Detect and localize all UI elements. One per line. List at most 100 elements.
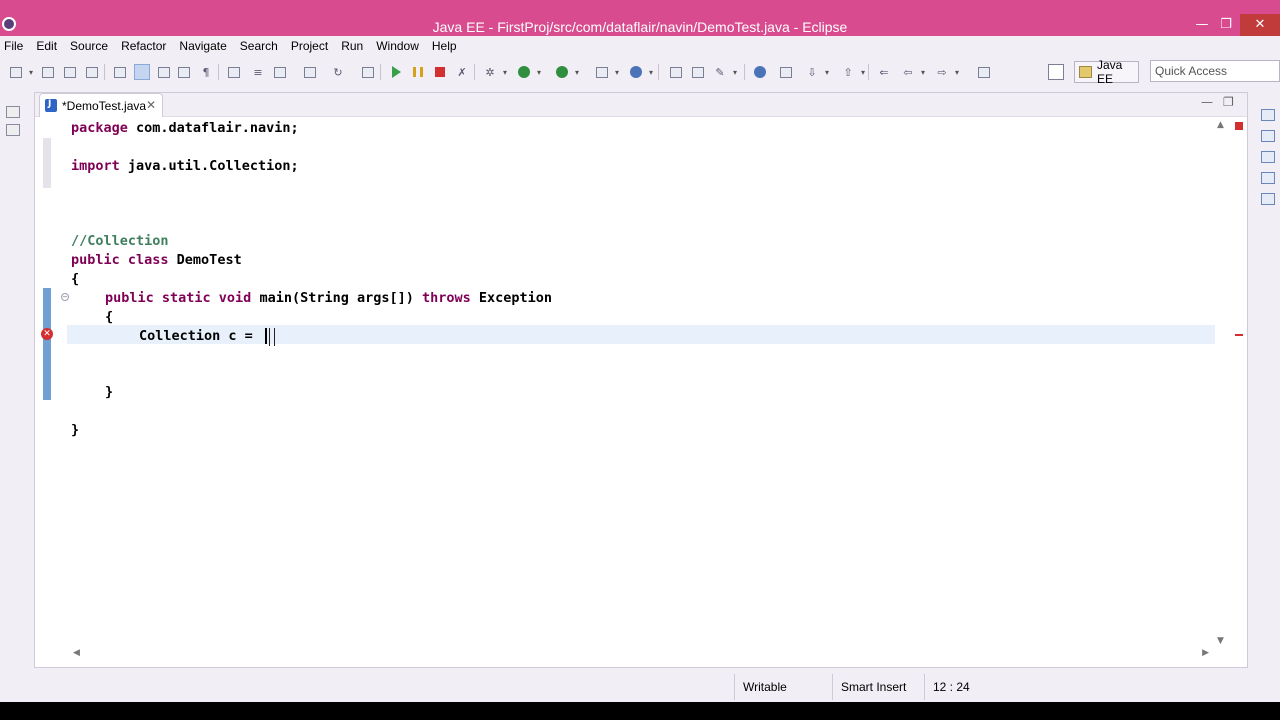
back-icon[interactable]: ⇦ <box>900 65 925 79</box>
refresh-icon[interactable]: ↻ <box>330 65 346 79</box>
menu-edit[interactable]: Edit <box>36 39 57 53</box>
scroll-left-icon[interactable]: ◀ <box>73 648 80 658</box>
restore-icon[interactable] <box>6 106 20 118</box>
scroll-down-icon[interactable]: ▼ <box>1217 636 1224 646</box>
menu-help[interactable]: Help <box>432 39 457 53</box>
keyword: import <box>71 158 120 174</box>
save-all-icon[interactable] <box>62 65 78 79</box>
format-icon[interactable]: ≡ <box>250 65 266 79</box>
code-text: Collection c = <box>139 328 261 344</box>
code-line: } <box>105 383 113 402</box>
outline-icon[interactable] <box>1261 130 1275 142</box>
menu-navigate[interactable]: Navigate <box>179 39 226 53</box>
previous-annotation-icon[interactable]: ⇧ <box>840 65 865 79</box>
menu-run[interactable]: Run <box>341 39 363 53</box>
quick-diff-bar <box>43 138 51 188</box>
toolbar-separator <box>744 64 745 80</box>
open-type-icon[interactable] <box>112 65 128 79</box>
java-ee-perspective-button[interactable]: Java EE <box>1074 58 1139 86</box>
minimize-button[interactable]: — <box>1190 14 1214 36</box>
title-bar: Java EE - FirstProj/src/com/dataflair/na… <box>0 0 1280 36</box>
next-annotation-icon[interactable]: ⇩ <box>804 65 829 79</box>
search-icon[interactable] <box>302 65 318 79</box>
forward-icon[interactable]: ⇨ <box>934 65 959 79</box>
wand-icon[interactable]: ✎ <box>712 65 737 79</box>
task-list-icon[interactable] <box>1261 151 1275 163</box>
external-tools-icon[interactable] <box>594 65 619 79</box>
restore-icon[interactable] <box>1261 109 1275 121</box>
code-text: { <box>71 271 80 287</box>
web-browser-icon[interactable] <box>752 65 768 79</box>
resume-icon[interactable] <box>388 65 404 79</box>
suspend-icon[interactable] <box>410 65 426 79</box>
pin-icon[interactable] <box>778 65 794 79</box>
code-text: } <box>71 422 80 438</box>
error-marker[interactable] <box>1235 334 1243 336</box>
last-edit-location-icon[interactable]: ⇐ <box>876 65 892 79</box>
coverage-icon[interactable] <box>554 65 579 79</box>
open-task-icon[interactable] <box>690 65 706 79</box>
screen-bottom-strip <box>0 702 1280 720</box>
menu-search[interactable]: Search <box>240 39 278 53</box>
toggle-block-selection-icon[interactable] <box>156 65 172 79</box>
overview-ruler[interactable] <box>1231 118 1247 648</box>
annotation-ruler: ✕ <box>35 118 57 648</box>
keyword: public static void <box>105 290 252 306</box>
error-icon[interactable]: ✕ <box>41 328 53 340</box>
quick-diff-bar <box>43 288 51 400</box>
scroll-up-icon[interactable]: ▲ <box>1217 120 1224 130</box>
vertical-scrollbar[interactable]: ▲ ▼ <box>1215 118 1227 648</box>
status-writable: Writable <box>734 674 832 700</box>
menu-file[interactable]: File <box>4 39 23 53</box>
disconnect-icon[interactable]: ✗ <box>454 65 470 79</box>
new-icon[interactable] <box>8 65 33 79</box>
menu-project[interactable]: Project <box>291 39 328 53</box>
palette-icon[interactable] <box>1261 172 1275 184</box>
panel-minimize-icon[interactable]: — <box>1201 95 1213 109</box>
java-file-icon <box>45 99 57 112</box>
fold-toggle-icon[interactable]: − <box>61 293 69 301</box>
toggle-mark-occurrences-icon[interactable] <box>134 64 150 80</box>
open-folder-icon[interactable] <box>668 65 684 79</box>
maximize-button[interactable]: ❐ <box>1214 14 1238 36</box>
package-explorer-icon[interactable] <box>6 124 20 136</box>
open-perspective-icon[interactable] <box>1048 64 1064 80</box>
code-line: import java.util.Collection; <box>71 157 299 176</box>
menu-source[interactable]: Source <box>70 39 108 53</box>
menu-refactor[interactable]: Refactor <box>121 39 166 53</box>
panel-maximize-icon[interactable]: ❐ <box>1223 95 1234 109</box>
code-line: { <box>105 308 113 327</box>
code-text: java.util.Collection; <box>119 158 299 174</box>
tab-close-icon[interactable]: ✕ <box>146 98 156 112</box>
code-editor[interactable]: ✕ − package com.dataflair.navin; import … <box>35 118 1215 648</box>
run-icon[interactable] <box>516 65 541 79</box>
quick-access-input[interactable]: Quick Access <box>1150 60 1280 82</box>
debug-icon[interactable]: ✲ <box>482 65 507 79</box>
editor-tab-bar: *DemoTest.java ✕ — ❐ <box>35 93 1247 117</box>
code-text: } <box>105 384 114 400</box>
markers-icon[interactable] <box>1261 193 1275 205</box>
show-whitespace-icon[interactable] <box>176 65 192 79</box>
scroll-right-icon[interactable]: ▶ <box>1202 648 1209 658</box>
print-icon[interactable] <box>84 65 100 79</box>
save-icon[interactable] <box>40 65 56 79</box>
close-button[interactable]: ✕ <box>1240 14 1280 36</box>
terminate-icon[interactable] <box>432 65 448 79</box>
horizontal-scrollbar[interactable]: ◀ ▶ <box>71 647 1211 661</box>
step-icon[interactable] <box>360 65 376 79</box>
new-server-icon[interactable] <box>628 65 653 79</box>
toolbar-separator <box>868 64 869 80</box>
keyword: package <box>71 120 128 136</box>
pilcrow-icon[interactable]: ¶ <box>198 65 214 79</box>
mouse-ibeam-cursor <box>269 328 275 346</box>
code-line: public class DemoTest <box>71 251 242 270</box>
menu-window[interactable]: Window <box>376 39 419 53</box>
toolbar-separator <box>474 64 475 80</box>
menu-bar: File Edit Source Refactor Navigate Searc… <box>0 36 1280 56</box>
status-bar: Writable Smart Insert 12 : 24 <box>0 674 1280 700</box>
editor-tab-demotest[interactable]: *DemoTest.java ✕ <box>39 93 163 117</box>
skip-breakpoints-icon[interactable] <box>226 65 242 79</box>
pin-editor-icon[interactable] <box>976 65 992 79</box>
layout-icon[interactable] <box>272 65 288 79</box>
error-summary-icon[interactable] <box>1235 122 1243 130</box>
